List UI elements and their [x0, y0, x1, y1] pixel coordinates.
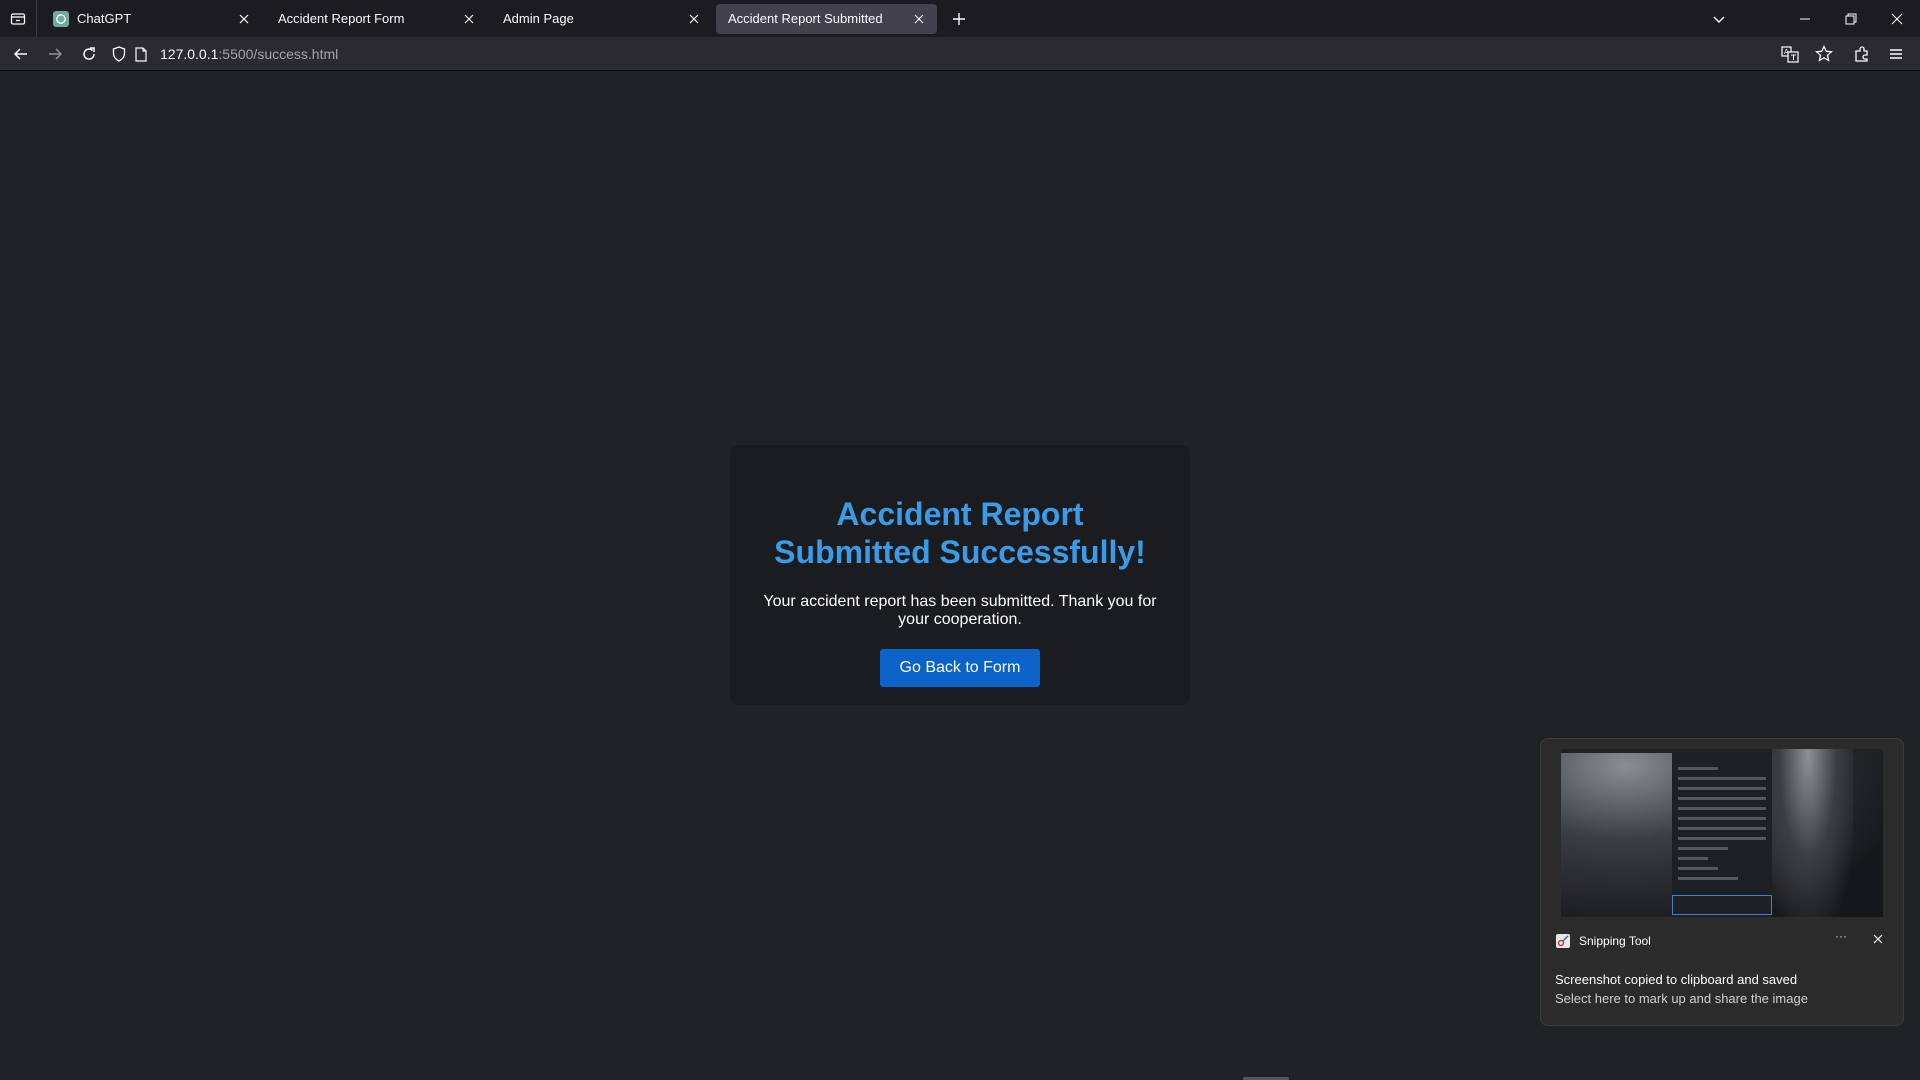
- tab-label: Accident Report Submitted: [728, 11, 883, 26]
- tab-label: Admin Page: [503, 11, 574, 26]
- back-button[interactable]: [4, 39, 38, 69]
- translate-icon[interactable]: A: [1778, 42, 1802, 66]
- screenshot-thumbnail[interactable]: [1561, 749, 1883, 917]
- chevron-down-icon: [1713, 16, 1725, 23]
- go-back-to-form-button[interactable]: Go Back to Form: [879, 649, 1041, 687]
- success-message: Your accident report has been submitted.…: [763, 593, 1157, 628]
- firefox-view-button[interactable]: [0, 0, 37, 37]
- snipping-tool-icon: [1556, 934, 1570, 948]
- extensions-icon[interactable]: [1850, 42, 1874, 66]
- close-tab-icon[interactable]: [236, 11, 252, 27]
- notification-app: Snipping Tool: [1555, 933, 1651, 949]
- plus-icon: [953, 12, 965, 25]
- notification-subtitle: Select here to mark up and share the ima…: [1555, 991, 1808, 1006]
- close-tab-icon[interactable]: [911, 11, 927, 27]
- page-icon[interactable]: [132, 45, 150, 63]
- app-name: Snipping Tool: [1579, 934, 1651, 948]
- tab-accident-report-form[interactable]: Accident Report Form: [266, 4, 487, 34]
- forward-arrow-icon: [49, 47, 63, 60]
- page-title: Accident Report Submitted Successfully!: [774, 496, 1146, 570]
- restore-button[interactable]: [1828, 0, 1874, 37]
- snipping-tool-notification[interactable]: Snipping Tool ··· Screenshot copied to c…: [1540, 738, 1904, 1026]
- list-all-tabs-button[interactable]: [1696, 0, 1742, 37]
- tab-chatgpt[interactable]: ChatGPT: [41, 4, 262, 34]
- tab-label: ChatGPT: [77, 11, 132, 26]
- close-icon: [1891, 13, 1903, 24]
- reload-button[interactable]: [72, 39, 106, 69]
- bookmark-star-icon[interactable]: [1812, 42, 1836, 66]
- more-options-button[interactable]: ···: [1830, 929, 1852, 949]
- firefox-view-icon: [10, 12, 26, 25]
- address-bar[interactable]: 127.0.0.1:5500/success.html: [110, 39, 1840, 69]
- minimize-button[interactable]: [1782, 0, 1828, 37]
- new-tab-button[interactable]: [943, 3, 975, 35]
- dismiss-notification-button[interactable]: [1868, 929, 1888, 949]
- forward-button[interactable]: [38, 39, 72, 69]
- svg-text:A: A: [1784, 48, 1789, 56]
- navigation-bar: 127.0.0.1:5500/success.html A: [0, 37, 1920, 71]
- url-path: :5500/success.html: [218, 46, 339, 62]
- notification-title: Screenshot copied to clipboard and saved: [1555, 972, 1798, 987]
- url-host: 127.0.0.1: [160, 46, 219, 62]
- close-window-button[interactable]: [1874, 0, 1920, 37]
- close-tab-icon[interactable]: [461, 11, 477, 27]
- tab-admin-page[interactable]: Admin Page: [491, 4, 712, 34]
- tab-strip: ChatGPT Accident Report Form Admin Page …: [0, 0, 1920, 37]
- chatgpt-icon: [53, 10, 69, 27]
- tab-accident-report-submitted[interactable]: Accident Report Submitted: [716, 3, 937, 34]
- close-icon: [1873, 934, 1883, 944]
- shield-icon[interactable]: [110, 45, 128, 63]
- success-card: Accident Report Submitted Successfully! …: [730, 445, 1190, 705]
- menu-icon[interactable]: [1884, 42, 1908, 66]
- reload-icon: [83, 46, 95, 60]
- restore-icon: [1845, 13, 1857, 24]
- minimize-icon: [1800, 18, 1810, 19]
- tab-label: Accident Report Form: [278, 11, 405, 26]
- back-arrow-icon: [13, 47, 27, 60]
- close-tab-icon[interactable]: [686, 11, 702, 27]
